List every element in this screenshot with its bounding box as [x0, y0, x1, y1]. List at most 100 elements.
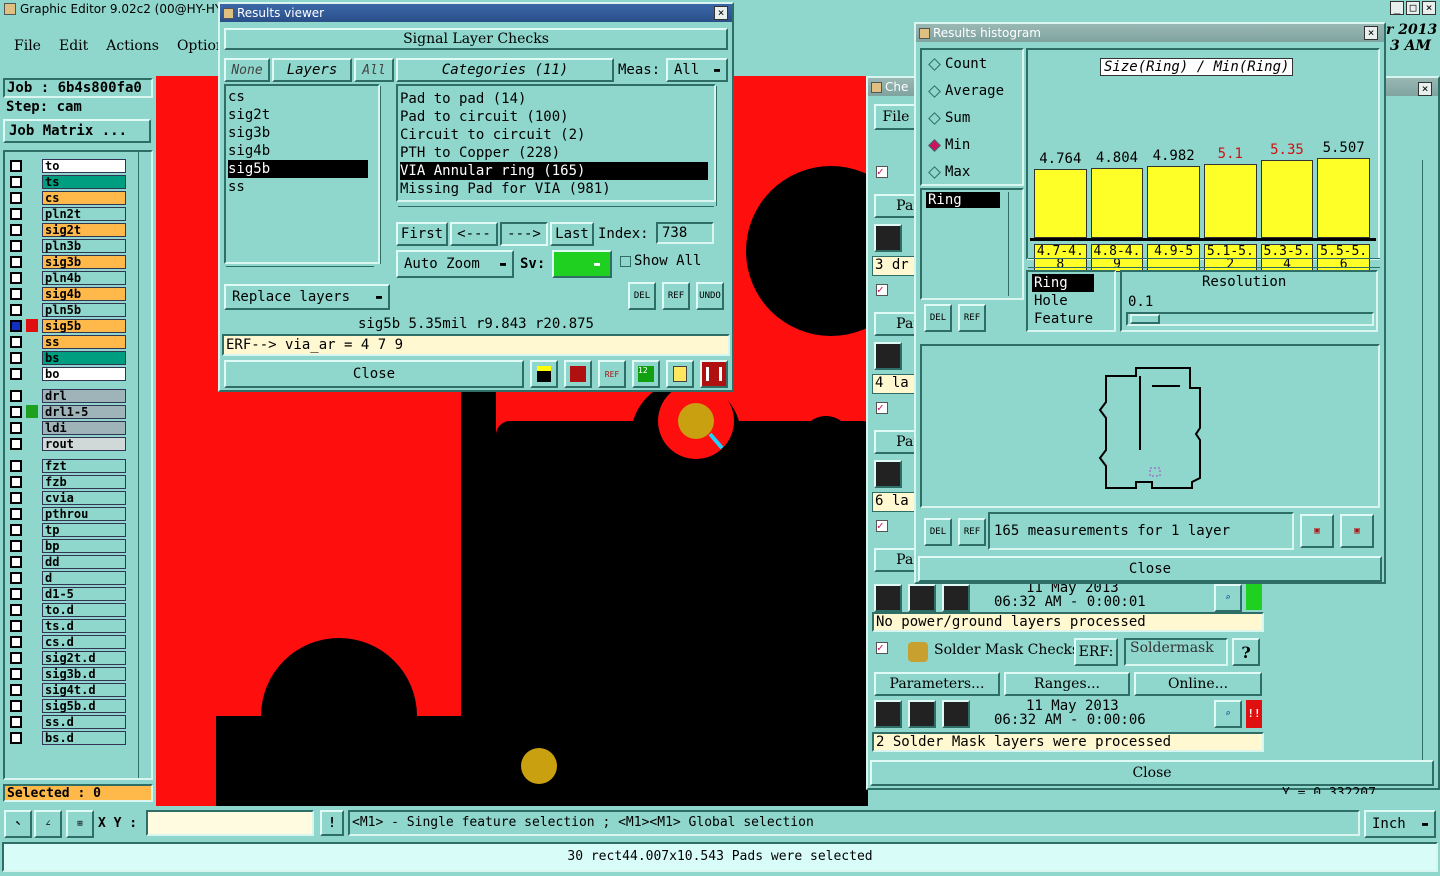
report-icon[interactable] [666, 360, 694, 388]
auto-zoom-button[interactable]: Auto Zoom ▬ [396, 250, 514, 278]
category-item[interactable]: PTH to Copper (228) [400, 144, 708, 162]
layer-checkbox[interactable] [10, 619, 22, 632]
layer-name[interactable]: bs [42, 350, 126, 365]
help-button[interactable]: ? [1232, 638, 1260, 666]
solder-mask-checkbox[interactable]: ✓ [876, 642, 888, 654]
index-field[interactable]: 738 [656, 222, 714, 244]
show-all-checkbox[interactable] [620, 256, 631, 267]
layer-checkbox[interactable] [10, 351, 22, 364]
mode-radio-max[interactable]: Max [928, 164, 970, 180]
layer-checkbox[interactable] [10, 667, 22, 680]
run-icon[interactable] [908, 700, 936, 728]
layer-row[interactable]: dd [10, 554, 126, 569]
check-checkbox[interactable]: ✓ [876, 520, 888, 532]
layer-checkbox[interactable] [10, 683, 22, 696]
minimize-button[interactable]: _ [1390, 1, 1404, 15]
layer-name[interactable]: ldi [42, 420, 126, 435]
layer-name[interactable]: sig5b [42, 318, 126, 333]
layer-checkbox[interactable] [10, 239, 22, 252]
select-tool-icon[interactable]: ⬉ [4, 810, 32, 838]
attr-list[interactable]: Ring [920, 188, 1024, 300]
histogram-bar[interactable] [1090, 168, 1144, 238]
layer-checkbox[interactable] [10, 271, 22, 284]
zoom-icon[interactable]: ⌕ [1214, 584, 1242, 612]
erf-value[interactable]: Soldermask [1124, 638, 1228, 666]
layer-row[interactable]: pthrou [10, 506, 126, 521]
run-icon[interactable] [874, 460, 902, 488]
rv-layer-item[interactable]: sig5b [228, 160, 368, 178]
layer-name[interactable]: fzb [42, 474, 126, 489]
layer-name[interactable]: ts.d [42, 618, 126, 633]
run-icon[interactable] [874, 584, 902, 612]
histogram-bar[interactable] [1034, 169, 1087, 238]
layer-name[interactable]: drl [42, 388, 126, 403]
layer-checkbox[interactable] [10, 651, 22, 664]
layer-row[interactable]: sig2t [10, 222, 126, 237]
mode-radio-min[interactable]: Min [928, 137, 970, 153]
category-item[interactable]: Pad to circuit (100) [400, 108, 708, 126]
category-item[interactable]: Circuit to circuit (2) [400, 126, 708, 144]
layer-row[interactable]: sig3b [10, 254, 126, 269]
layer-name[interactable]: sig4t.d [42, 682, 126, 697]
ref-button[interactable]: REF [662, 282, 690, 310]
layer-name[interactable]: cvia [42, 490, 126, 505]
layer-checkbox[interactable] [10, 421, 22, 434]
layer-checkbox[interactable] [10, 175, 22, 188]
by-hole[interactable]: Hole [1032, 292, 1110, 310]
right-scroll[interactable] [1422, 160, 1436, 760]
layer-checkbox[interactable] [10, 459, 22, 472]
online-button[interactable]: Online... [1134, 672, 1262, 696]
export-chart-icon[interactable]: ▣ [1300, 514, 1334, 548]
prev-button[interactable]: <--- [450, 222, 498, 246]
replace-layers-button[interactable]: Replace layers ▬ [224, 284, 390, 310]
layer-checkbox[interactable] [10, 731, 22, 744]
layer-name[interactable]: d1-5 [42, 586, 126, 601]
layer-checkbox[interactable] [10, 475, 22, 488]
rv-layer-hscroll[interactable] [226, 266, 374, 278]
rv-layer-item[interactable]: sig4b [228, 142, 368, 160]
close-icon[interactable]: × [714, 6, 728, 20]
sv-color-dropdown[interactable]: ▬ [552, 250, 612, 278]
categories-button[interactable]: Categories (11) [396, 58, 614, 82]
layer-row[interactable]: sig2t.d [10, 650, 126, 665]
undo-button[interactable]: UNDO [696, 282, 724, 310]
checklist-file-menu[interactable]: File [874, 104, 918, 130]
layer-row[interactable]: ss [10, 334, 126, 349]
layer-row[interactable]: bs [10, 350, 126, 365]
layer-row[interactable]: drl1-5 [10, 404, 126, 419]
layer-checkbox[interactable] [10, 367, 22, 380]
by-feature[interactable]: Feature [1032, 310, 1110, 328]
category-item[interactable]: VIA Annular ring (165) [400, 162, 708, 180]
layer-row[interactable]: fzt [10, 458, 126, 473]
layer-name[interactable]: bs.d [42, 730, 126, 745]
layer-name[interactable]: pthrou [42, 506, 126, 521]
layer-name[interactable]: pln3b [42, 238, 126, 253]
layer-row[interactable]: bp [10, 538, 126, 553]
check-checkbox[interactable]: ✓ [876, 284, 888, 296]
layer-checkbox[interactable] [10, 587, 22, 600]
layer-checkbox[interactable] [10, 287, 22, 300]
layer-name[interactable]: sig4b [42, 286, 126, 301]
layer-row[interactable]: pln2t [10, 206, 126, 221]
category-item[interactable]: Missing Pad for VIA (981) [400, 180, 708, 198]
layer-name[interactable]: drl1-5 [42, 404, 126, 419]
layer-checkbox[interactable] [10, 491, 22, 504]
layer-name[interactable]: ss.d [42, 714, 126, 729]
layer-icon[interactable] [530, 360, 558, 388]
layer-scrollbar[interactable] [138, 152, 151, 778]
layer-row[interactable]: ss.d [10, 714, 126, 729]
layer-name[interactable]: pln2t [42, 206, 126, 221]
layer-name[interactable]: to [42, 158, 126, 173]
layer-row[interactable]: drl [10, 388, 126, 403]
layer-checkbox[interactable] [10, 699, 22, 712]
layer-name[interactable]: pln4b [42, 270, 126, 285]
layer-checkbox[interactable] [10, 523, 22, 536]
close-icon[interactable]: × [1364, 26, 1378, 40]
xy-input[interactable] [146, 810, 314, 836]
first-button[interactable]: First [396, 222, 448, 246]
mode-radio-average[interactable]: Average [928, 83, 1004, 99]
run-icon[interactable] [874, 224, 902, 252]
ranges-button[interactable]: Ranges... [1004, 672, 1130, 696]
hist-ref-button-2[interactable]: REF [958, 518, 986, 546]
layer-checkbox[interactable] [10, 507, 22, 520]
